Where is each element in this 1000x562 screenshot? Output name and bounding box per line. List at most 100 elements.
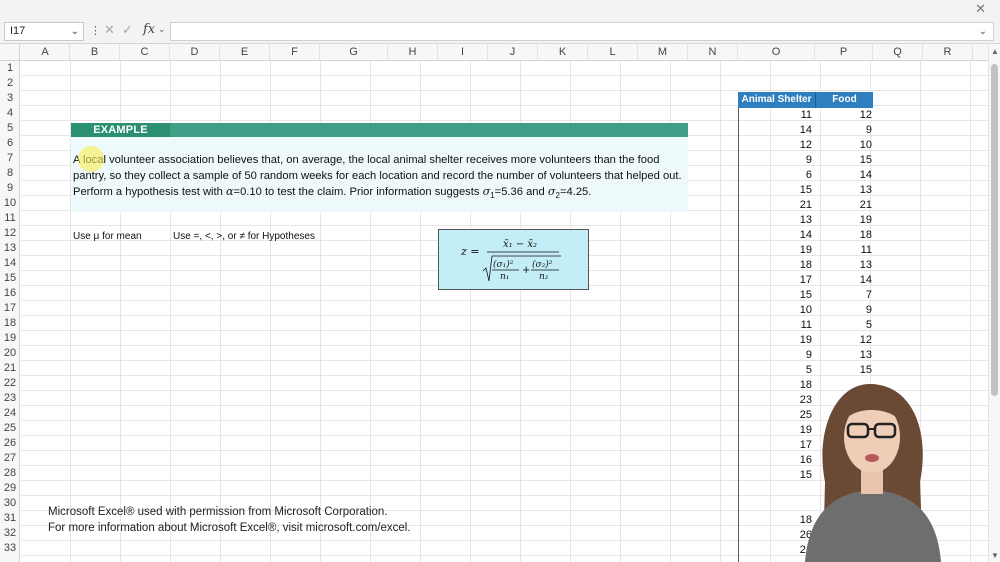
cell-animal-shelter[interactable]: 9: [739, 153, 812, 168]
row-header[interactable]: 4: [0, 106, 20, 121]
row-header[interactable]: 7: [0, 151, 20, 166]
column-header[interactable]: R: [923, 44, 973, 61]
cell-food-pantry[interactable]: 12: [815, 333, 872, 348]
row-header[interactable]: 21: [0, 361, 20, 376]
row-header[interactable]: 24: [0, 406, 20, 421]
cell-food-pantry[interactable]: 13: [815, 258, 872, 273]
vertical-scrollbar[interactable]: ▲ ▼: [988, 44, 1000, 562]
column-header[interactable]: Q: [873, 44, 923, 61]
row-header[interactable]: 27: [0, 451, 20, 466]
row-header[interactable]: 22: [0, 376, 20, 391]
row-header[interactable]: 14: [0, 256, 20, 271]
cell-food-pantry[interactable]: 14: [815, 168, 872, 183]
row-header[interactable]: 26: [0, 436, 20, 451]
row-header[interactable]: 5: [0, 121, 20, 136]
cell-food-pantry[interactable]: 11: [815, 243, 872, 258]
cell-animal-shelter[interactable]: 14: [739, 123, 812, 138]
cell-food-pantry[interactable]: 21: [815, 198, 872, 213]
close-icon[interactable]: ✕: [104, 22, 115, 38]
more-options-icon[interactable]: ⋮: [90, 24, 101, 37]
cell-animal-shelter[interactable]: 14: [739, 228, 812, 243]
row-header[interactable]: 25: [0, 421, 20, 436]
row-header[interactable]: 32: [0, 526, 20, 541]
row-header[interactable]: 6: [0, 136, 20, 151]
chevron-down-icon[interactable]: ⌄: [71, 23, 79, 40]
column-header[interactable]: N: [688, 44, 738, 61]
cell-food-pantry[interactable]: 7: [815, 288, 872, 303]
cell-food-pantry[interactable]: 10: [815, 138, 872, 153]
column-header[interactable]: J: [488, 44, 538, 61]
cell-food-pantry[interactable]: 9: [815, 303, 872, 318]
row-header[interactable]: 9: [0, 181, 20, 196]
cell-animal-shelter[interactable]: 17: [739, 273, 812, 288]
column-header[interactable]: B: [70, 44, 120, 61]
column-header[interactable]: M: [638, 44, 688, 61]
cell-animal-shelter[interactable]: 12: [739, 138, 812, 153]
column-header[interactable]: P: [815, 44, 873, 61]
chevron-down-icon[interactable]: ⌄: [979, 23, 987, 40]
scroll-thumb[interactable]: [991, 64, 998, 396]
column-header[interactable]: C: [120, 44, 170, 61]
row-header[interactable]: 1: [0, 61, 20, 76]
column-header[interactable]: A: [21, 44, 70, 61]
row-header[interactable]: 20: [0, 346, 20, 361]
close-icon[interactable]: ✕: [975, 1, 986, 17]
row-header[interactable]: 19: [0, 331, 20, 346]
row-header[interactable]: 17: [0, 301, 20, 316]
select-all-corner[interactable]: [0, 44, 20, 61]
cell-animal-shelter[interactable]: 11: [739, 108, 812, 123]
row-header[interactable]: 12: [0, 226, 20, 241]
row-header[interactable]: 28: [0, 466, 20, 481]
column-header[interactable]: D: [170, 44, 220, 61]
row-header[interactable]: 13: [0, 241, 20, 256]
cell-animal-shelter[interactable]: 9: [739, 348, 812, 363]
cell-animal-shelter[interactable]: 6: [739, 168, 812, 183]
chevron-down-icon[interactable]: ⌄: [158, 24, 166, 35]
row-header[interactable]: 23: [0, 391, 20, 406]
column-header[interactable]: K: [538, 44, 588, 61]
row-header[interactable]: 31: [0, 511, 20, 526]
cell-food-pantry[interactable]: 13: [815, 348, 872, 363]
column-header[interactable]: O: [738, 44, 815, 61]
formula-input[interactable]: ⌄: [170, 22, 994, 41]
cell-food-pantry[interactable]: 18: [815, 228, 872, 243]
row-header[interactable]: 18: [0, 316, 20, 331]
cell-animal-shelter[interactable]: 18: [739, 258, 812, 273]
column-header[interactable]: G: [320, 44, 388, 61]
cell-food-pantry[interactable]: 19: [815, 213, 872, 228]
column-header[interactable]: E: [220, 44, 270, 61]
cell-animal-shelter[interactable]: 10: [739, 303, 812, 318]
name-box[interactable]: I17 ⌄: [4, 22, 84, 41]
row-header[interactable]: 30: [0, 496, 20, 511]
cell-food-pantry[interactable]: 15: [815, 153, 872, 168]
row-header[interactable]: 16: [0, 286, 20, 301]
cell-animal-shelter[interactable]: 15: [739, 183, 812, 198]
scroll-down-icon[interactable]: ▼: [991, 551, 999, 560]
cell-animal-shelter[interactable]: 15: [739, 288, 812, 303]
cell-animal-shelter[interactable]: 21: [739, 198, 812, 213]
cell-animal-shelter[interactable]: 11: [739, 318, 812, 333]
header-animal-shelter[interactable]: Animal Shelter: [738, 92, 815, 108]
row-header[interactable]: 2: [0, 76, 20, 91]
check-icon[interactable]: ✓: [122, 22, 133, 38]
column-header[interactable]: H: [388, 44, 438, 61]
cell-food-pantry[interactable]: 5: [815, 318, 872, 333]
function-icon[interactable]: fx: [143, 22, 155, 37]
row-header[interactable]: 29: [0, 481, 20, 496]
column-header[interactable]: F: [270, 44, 320, 61]
row-header[interactable]: 33: [0, 541, 20, 556]
cell-animal-shelter[interactable]: 13: [739, 213, 812, 228]
column-header[interactable]: I: [438, 44, 488, 61]
cell-food-pantry[interactable]: 12: [815, 108, 872, 123]
row-header[interactable]: 3: [0, 91, 20, 106]
row-header[interactable]: 10: [0, 196, 20, 211]
cell-animal-shelter[interactable]: 19: [739, 333, 812, 348]
cell-food-pantry[interactable]: 9: [815, 123, 872, 138]
row-header[interactable]: 8: [0, 166, 20, 181]
row-header[interactable]: 11: [0, 211, 20, 226]
header-food-pantry[interactable]: Food Pantry: [815, 92, 873, 121]
scroll-up-icon[interactable]: ▲: [991, 47, 999, 56]
column-header[interactable]: L: [588, 44, 638, 61]
cell-food-pantry[interactable]: 14: [815, 273, 872, 288]
cell-animal-shelter[interactable]: 19: [739, 243, 812, 258]
